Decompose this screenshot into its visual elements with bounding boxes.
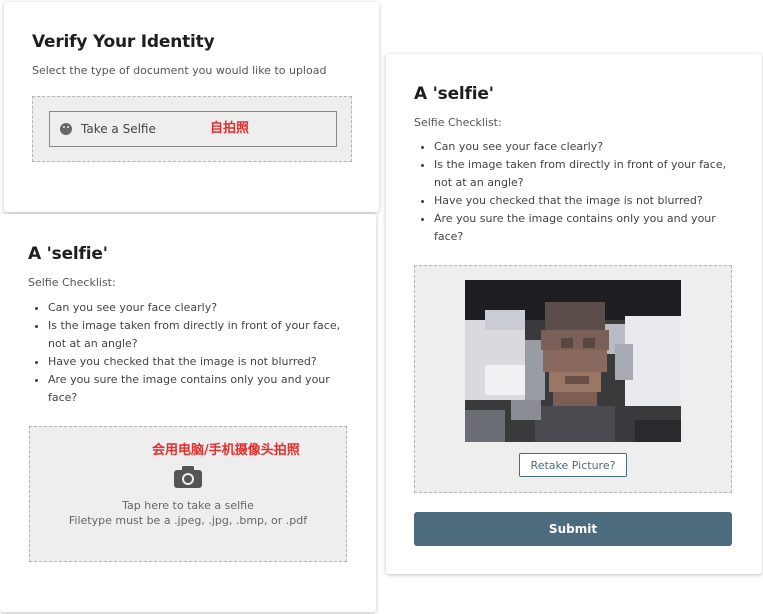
selfie-title: A 'selfie' <box>28 244 108 264</box>
checklist-item: Is the image taken from directly in fron… <box>434 156 744 192</box>
verify-identity-card: Verify Your Identity Select the type of … <box>4 2 379 212</box>
checklist-item: Have you checked that the image is not b… <box>48 353 358 371</box>
selfie-annotation: 自拍照 <box>210 121 250 136</box>
checklist-item: Are you sure the image contains only you… <box>48 371 358 407</box>
take-selfie-label: Take a Selfie <box>81 122 156 136</box>
selfie-title: A 'selfie' <box>414 84 494 104</box>
submit-button[interactable]: Submit <box>414 512 732 546</box>
selfie-preview-card: A 'selfie' Selfie Checklist: Can you see… <box>386 54 762 574</box>
selfie-checklist-label: Selfie Checklist: <box>414 116 502 129</box>
pixelated-face-image <box>465 280 681 442</box>
checklist-item: Can you see your face clearly? <box>434 138 744 156</box>
smile-icon <box>60 123 72 135</box>
checklist-item: Can you see your face clearly? <box>48 299 358 317</box>
verify-subtitle: Select the type of document you would li… <box>32 64 327 77</box>
document-type-zone: Take a Selfie <box>32 96 352 162</box>
verify-title: Verify Your Identity <box>32 32 215 52</box>
filetype-hint: Filetype must be a .jpeg, .jpg, .bmp, or… <box>68 514 308 527</box>
selfie-checklist: Can you see your face clearly? Is the im… <box>416 138 744 246</box>
selfie-checklist-label: Selfie Checklist: <box>28 276 116 289</box>
take-selfie-upload-zone[interactable]: 会用电脑/手机摄像头拍照 Tap here to take a selfie F… <box>29 426 347 562</box>
take-selfie-option[interactable]: Take a Selfie <box>49 111 337 147</box>
selfie-checklist: Can you see your face clearly? Is the im… <box>30 299 358 407</box>
selfie-preview-image <box>465 280 681 442</box>
checklist-item: Are you sure the image contains only you… <box>434 210 744 246</box>
camera-icon <box>174 466 202 488</box>
selfie-upload-card: A 'selfie' Selfie Checklist: Can you see… <box>0 214 376 612</box>
retake-picture-button[interactable]: Retake Picture? <box>519 453 627 477</box>
camera-annotation: 会用电脑/手机摄像头拍照 <box>152 443 300 458</box>
upload-hint: Tap here to take a selfie <box>122 499 254 512</box>
selfie-preview-zone: Retake Picture? <box>414 265 732 493</box>
checklist-item: Is the image taken from directly in fron… <box>48 317 358 353</box>
checklist-item: Have you checked that the image is not b… <box>434 192 744 210</box>
